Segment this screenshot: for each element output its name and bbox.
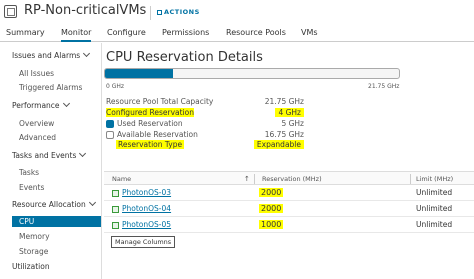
page-title: CPU Reservation Details: [106, 50, 263, 65]
actions-icon: [157, 9, 162, 15]
cpu-reservation-panel: CPU Reservation Details 0 GHz 21.75 GHz …: [104, 43, 474, 279]
column-divider[interactable]: [410, 174, 411, 184]
header-divider: [150, 6, 151, 20]
bar-min-label: 0 GHz: [106, 83, 125, 90]
monitor-sidebar: Issues and Alarms All Issues Triggered A…: [0, 43, 102, 279]
vm-name-link[interactable]: PhotonOS-03: [122, 188, 171, 197]
stat-value: 21.75 GHz: [264, 97, 304, 106]
actions-menu-button[interactable]: ACTIONS: [157, 8, 200, 16]
sidebar-item-memory[interactable]: Memory: [19, 232, 50, 241]
sidebar-item-utilization[interactable]: Utilization: [12, 262, 50, 271]
stat-label: Configured Reservation: [106, 108, 194, 117]
chevron-down-icon: [88, 198, 96, 207]
tab-permissions[interactable]: Permissions: [162, 28, 209, 42]
object-title: RP-Non-criticalVMs: [24, 3, 147, 18]
table-row[interactable]: PhotonOS-05 1000 Unlimited: [104, 217, 474, 233]
vm-icon: [112, 221, 119, 229]
vm-icon: [112, 189, 119, 197]
stat-value: 16.75 GHz: [264, 130, 304, 139]
sidebar-item-triggered-alarms[interactable]: Triggered Alarms: [19, 83, 82, 92]
stat-value: 5 GHz: [281, 119, 304, 128]
sidebar-item-overview[interactable]: Overview: [19, 119, 54, 128]
reservation-value: 1000: [259, 220, 284, 229]
chevron-down-icon: [79, 149, 87, 158]
tab-resource-pools[interactable]: Resource Pools: [226, 28, 286, 42]
limit-value: Unlimited: [416, 188, 453, 197]
stat-configured-reservation: Configured Reservation 4 GHz: [104, 108, 304, 118]
stat-reservation-type: Reservation Type Expandable: [104, 140, 304, 150]
vm-icon: [112, 205, 119, 213]
chevron-down-icon: [83, 49, 91, 58]
tab-configure[interactable]: Configure: [107, 28, 146, 42]
sidebar-item-tasks[interactable]: Tasks: [19, 168, 39, 177]
used-legend-swatch: [106, 120, 114, 128]
limit-value: Unlimited: [416, 220, 453, 229]
stat-label: Resource Pool Total Capacity: [106, 97, 214, 106]
vm-name-link[interactable]: PhotonOS-05: [122, 220, 171, 229]
stat-used-reservation: Used Reservation 5 GHz: [104, 119, 304, 129]
sidebar-item-advanced[interactable]: Advanced: [19, 133, 56, 142]
actions-label: ACTIONS: [164, 8, 200, 16]
tab-monitor[interactable]: Monitor: [61, 28, 92, 42]
column-header-reservation[interactable]: Reservation (MHz): [262, 175, 322, 183]
resource-pool-icon: [4, 5, 17, 18]
object-tabs: Summary Monitor Configure Permissions Re…: [0, 26, 474, 42]
sidebar-section-tasks-events[interactable]: Tasks and Events: [12, 149, 87, 160]
table-row[interactable]: PhotonOS-04 2000 Unlimited: [104, 201, 474, 217]
object-header: RP-Non-criticalVMs ACTIONS: [0, 0, 474, 26]
stat-label: Available Reservation: [117, 130, 198, 139]
sidebar-section-performance[interactable]: Performance: [12, 99, 70, 110]
sort-arrow-icon[interactable]: ↑: [244, 175, 250, 183]
manage-columns-button[interactable]: Manage Columns: [111, 236, 176, 248]
column-divider[interactable]: [254, 174, 255, 184]
available-legend-swatch: [106, 131, 114, 139]
sidebar-section-resource-allocation[interactable]: Resource Allocation: [12, 198, 96, 209]
tab-vms[interactable]: VMs: [301, 28, 318, 42]
stat-value: 4 GHz: [275, 108, 304, 117]
column-header-name[interactable]: Name: [112, 175, 131, 183]
stat-total-capacity: Resource Pool Total Capacity 21.75 GHz: [104, 97, 304, 107]
chevron-down-icon: [62, 99, 70, 108]
reservation-value: 2000: [259, 188, 284, 197]
vm-name-link[interactable]: PhotonOS-04: [122, 204, 171, 213]
sidebar-item-storage[interactable]: Storage: [19, 247, 48, 256]
table-row[interactable]: PhotonOS-03 2000 Unlimited: [104, 185, 474, 201]
reservation-progress-fill: [105, 69, 173, 78]
stat-available-reservation: Available Reservation 16.75 GHz: [104, 130, 304, 140]
tab-summary[interactable]: Summary: [6, 28, 45, 42]
reservation-progress-bar: [104, 68, 400, 79]
sidebar-item-cpu[interactable]: CPU: [12, 216, 101, 227]
bar-max-label: 21.75 GHz: [368, 83, 400, 90]
limit-value: Unlimited: [416, 204, 453, 213]
stat-value: Expandable: [253, 140, 304, 149]
sidebar-item-all-issues[interactable]: All Issues: [19, 69, 54, 78]
sidebar-item-events[interactable]: Events: [19, 183, 44, 192]
reservation-value: 2000: [259, 204, 284, 213]
grid-header: Name ↑ Reservation (MHz) Limit (MHz): [104, 171, 474, 185]
sidebar-section-issues[interactable]: Issues and Alarms: [12, 49, 91, 60]
stat-label: Reservation Type: [116, 140, 185, 149]
stat-label: Used Reservation: [117, 119, 183, 128]
column-header-limit[interactable]: Limit (MHz): [416, 175, 453, 183]
